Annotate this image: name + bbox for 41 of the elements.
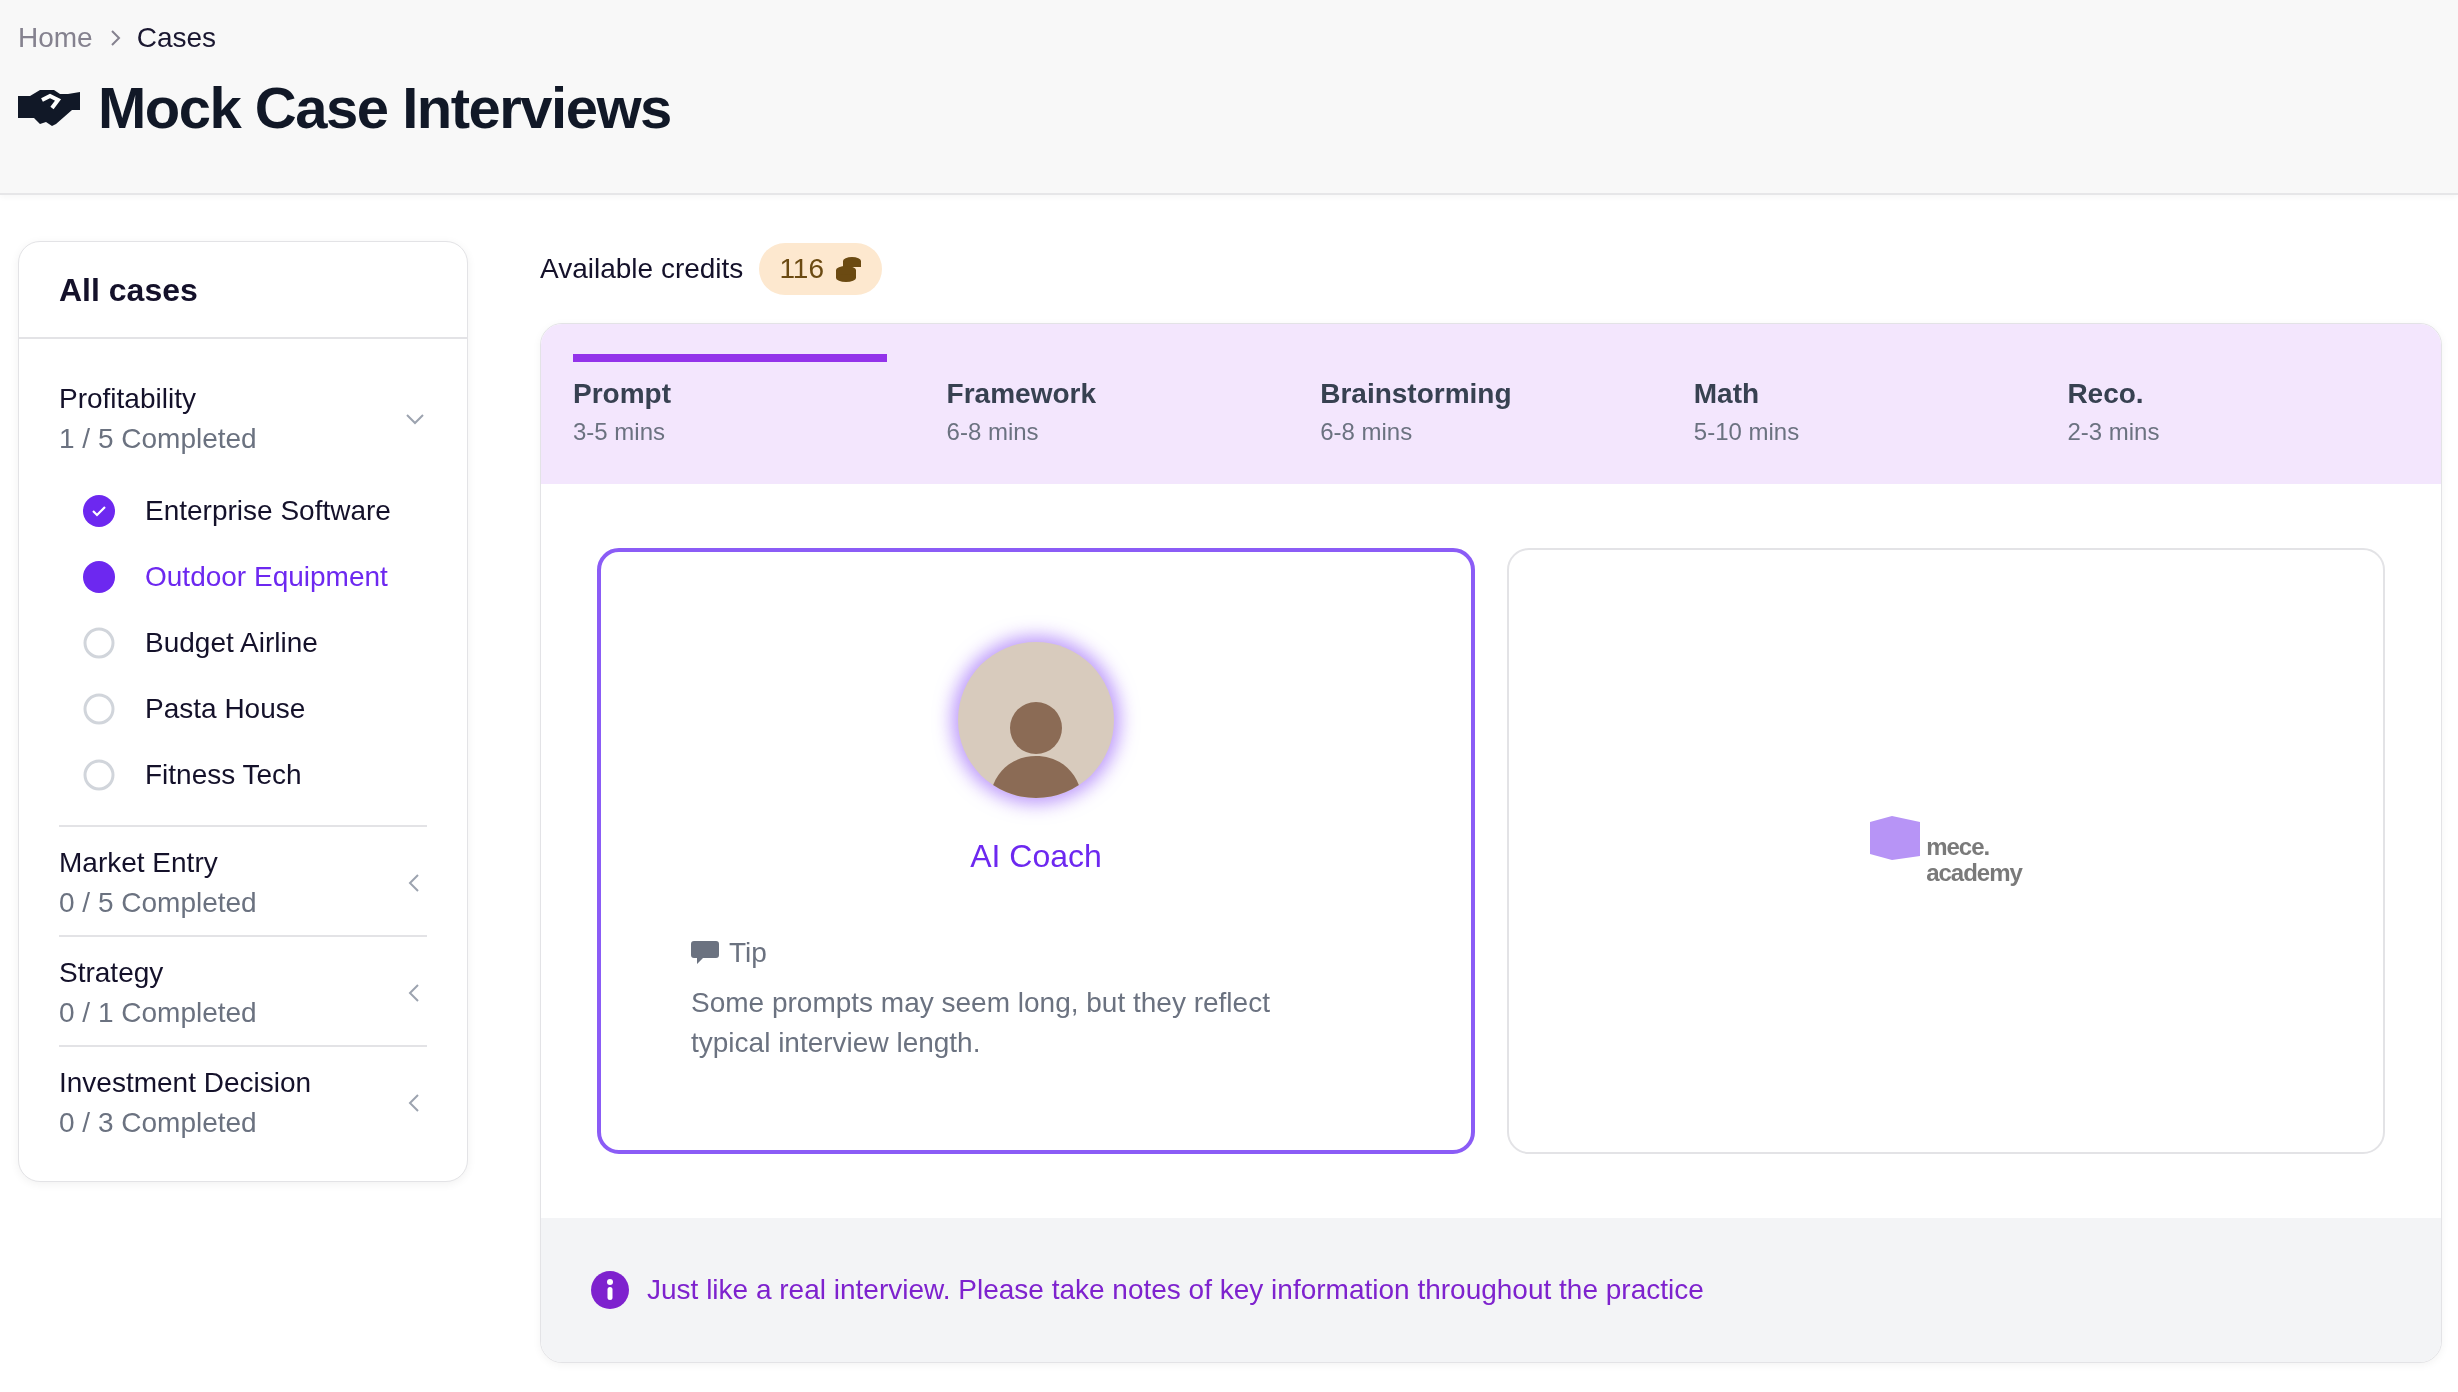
step-tab[interactable]: Math 5-10 mins xyxy=(1693,354,2008,484)
tip-label: Tip xyxy=(729,937,767,969)
breadcrumb-link[interactable]: Home xyxy=(18,22,93,54)
step-tab[interactable]: Framework 6-8 mins xyxy=(946,354,1261,484)
coach-name: AI Coach xyxy=(970,838,1102,875)
step-tab[interactable]: Brainstorming 6-8 mins xyxy=(1320,354,1634,484)
notice-text: Just like a real interview. Please take notes of key information throughout the practice xyxy=(647,1274,1704,1306)
step-duration: 5-10 mins xyxy=(1693,418,1801,446)
category-toggle[interactable]: Investment Decision 0 / 3 Completed xyxy=(59,1045,427,1155)
case-link[interactable]: Fitness Tech xyxy=(145,759,302,791)
tip-text: Some prompts may seem long, but they reflect typical interview length. xyxy=(691,986,1271,1060)
case-link[interactable]: Enterprise Software xyxy=(145,495,391,527)
step-tab[interactable]: Prompt 3-5 mins xyxy=(573,354,887,484)
category-toggle[interactable]: Strategy 0 / 1 Completed xyxy=(59,935,427,1045)
logo-text: mece. xyxy=(1926,834,1991,860)
case-link[interactable]: Pasta House xyxy=(145,693,306,725)
category-toggle[interactable]: Profitability 1 / 5 Completed xyxy=(59,339,427,479)
page-title: Mock Case Interviews xyxy=(98,74,671,141)
case-link[interactable]: Outdoor Equipment xyxy=(145,561,388,593)
credits-label: Available credits xyxy=(540,253,744,285)
sidebar-title: All cases xyxy=(19,242,467,339)
category-toggle[interactable]: Market Entry 0 / 5 Completed xyxy=(59,825,427,935)
step-duration: 6-8 mins xyxy=(946,418,1040,446)
step-title: Reco. xyxy=(2067,378,2145,410)
step-duration: 6-8 mins xyxy=(1320,418,1414,446)
case-link[interactable]: Budget Airline xyxy=(145,627,318,659)
coach-card[interactable]: AI Coach Tip Some prompts may seem long, but they reflect typical interview length. xyxy=(597,548,1475,1154)
step-title: Brainstorming xyxy=(1320,378,1513,410)
logo-text: academy xyxy=(1926,860,2022,886)
speech-bubble-icon xyxy=(691,940,719,966)
step-duration: 3-5 mins xyxy=(573,418,667,446)
cube-logo-icon xyxy=(1870,816,1921,860)
step-duration: 2-3 mins xyxy=(2067,418,2161,446)
step-title: Math xyxy=(1693,378,1761,410)
breadcrumb-link[interactable]: Cases xyxy=(136,22,217,54)
step-tab[interactable]: Reco. 2-3 mins xyxy=(2067,354,2381,484)
handshake-icon xyxy=(18,87,80,128)
credits-value: 116 xyxy=(779,253,824,285)
step-title: Framework xyxy=(946,378,1097,410)
info-icon xyxy=(591,1271,629,1309)
step-title: Prompt xyxy=(573,378,672,410)
